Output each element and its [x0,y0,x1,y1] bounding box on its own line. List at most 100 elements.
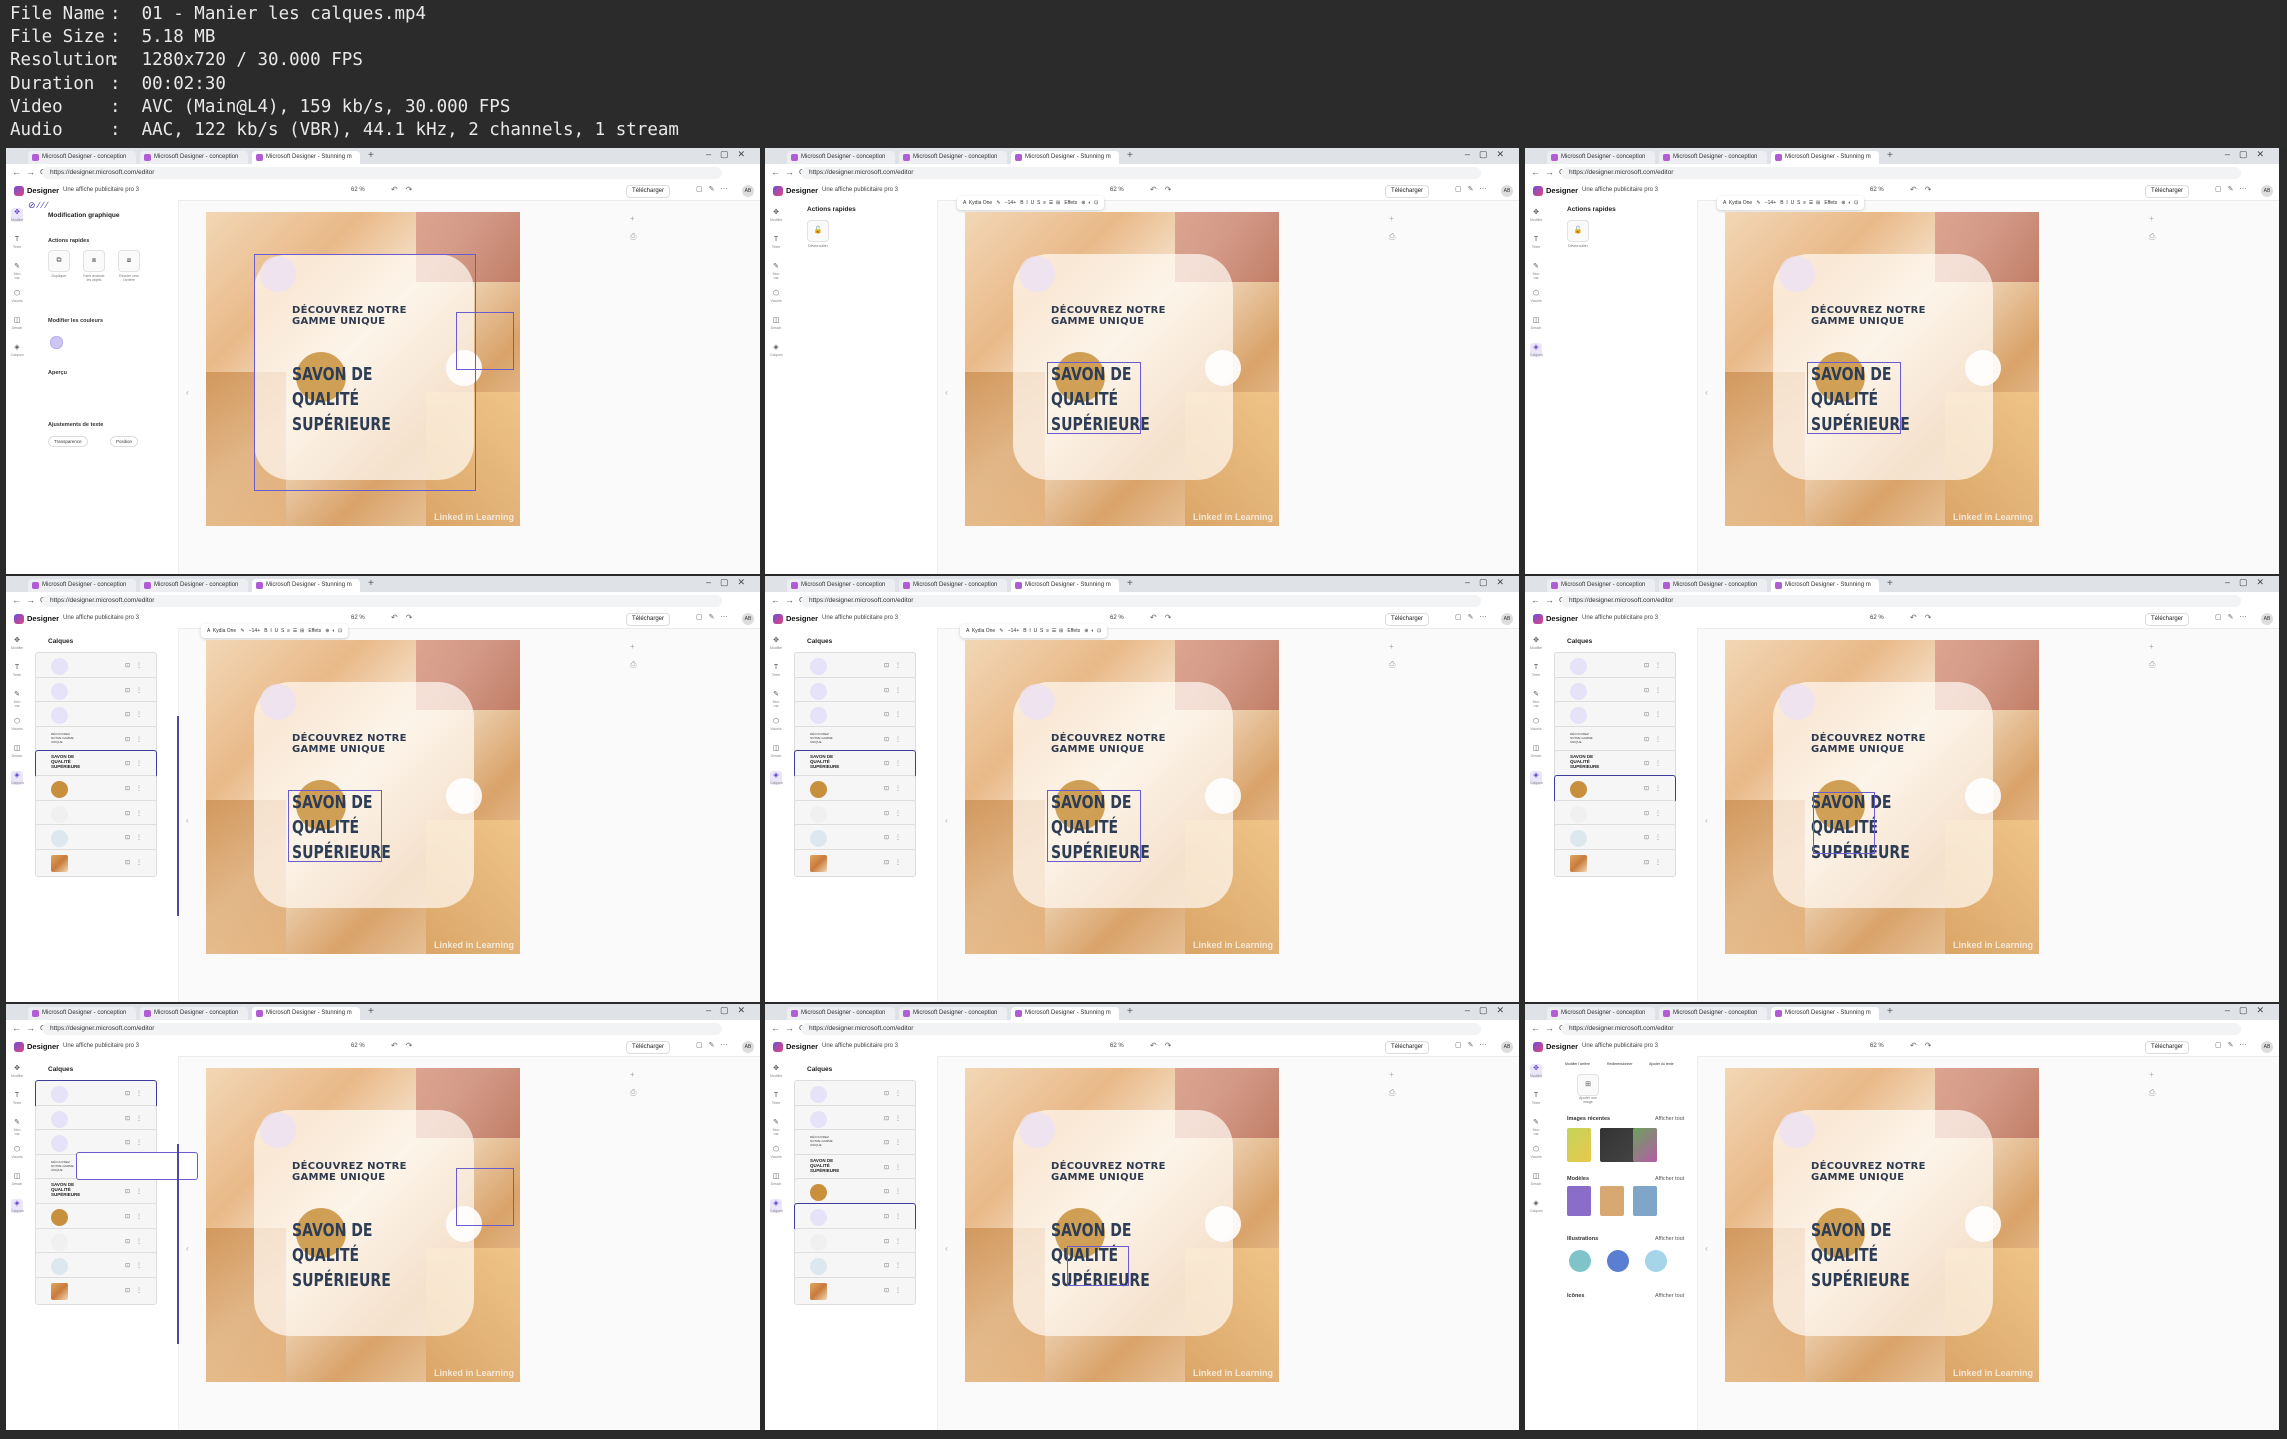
layer-lock-drag-icon[interactable]: ⊡⋮ [884,1090,907,1097]
white-circle[interactable] [1205,778,1241,814]
rail-item[interactable]: ⬡ Visuels [770,717,782,731]
add-page-icon[interactable]: + [1389,642,1394,651]
avatar[interactable]: AB [1501,185,1513,197]
toolbar-format-icons[interactable]: + B I U S ≡ ☰ ⊞ [1016,628,1067,634]
unlock-button[interactable]: 🔓 [807,220,829,242]
rail-item[interactable]: ✎ Mon ma [770,690,782,708]
text-toolbar[interactable]: A Kydia One ✎ −14+ B I U S ≡ ☰ ⊞ Effets … [957,196,1105,210]
layer-row[interactable]: ⊡⋮ [1554,775,1676,803]
download-button[interactable]: Télécharger [626,185,671,198]
avatar[interactable]: AB [2261,1041,2273,1053]
rail-item[interactable]: T Texte [1530,1091,1542,1105]
avatar[interactable]: AB [2261,613,2273,625]
rail-item[interactable]: ◫ Dessin [770,744,782,758]
layer-lock-drag-icon[interactable]: ⊡⋮ [884,1115,907,1122]
recent-image[interactable] [1633,1128,1657,1162]
layer-lock-drag-icon[interactable]: ⊡⋮ [125,760,148,767]
layer-lock-drag-icon[interactable]: ⊡⋮ [1644,834,1667,841]
layer-lock-drag-icon[interactable]: ⊡⋮ [884,736,907,743]
rail-item[interactable]: T Texte [770,235,782,249]
zoom-level[interactable]: 62 % [1870,1043,1884,1049]
poster-canvas[interactable]: DÉCOUVREZ NOTRE GAMME UNIQUE SAVON DE QUA… [1725,640,2039,954]
layer-lock-drag-icon[interactable]: ⊡⋮ [125,687,148,694]
white-circle[interactable] [446,778,482,814]
layer-row[interactable]: ⊡⋮ [794,652,916,680]
header-icons[interactable]: ▢✎⋯ [2215,613,2252,621]
download-button[interactable]: Télécharger [1385,613,1430,626]
layer-lock-drag-icon[interactable]: ⊡⋮ [125,662,148,669]
window-controls[interactable]: –▢✕ [706,577,754,588]
rail-item[interactable]: ✎ Mon ma [11,262,23,280]
layer-lock-drag-icon[interactable]: ⊡⋮ [884,1262,907,1269]
rail-item[interactable]: ✎ Mon ma [770,262,782,280]
undo-redo-icon[interactable]: ↶↷ [1150,1041,1179,1050]
layer-lock-drag-icon[interactable]: ⊡⋮ [1644,810,1667,817]
browser-tab[interactable]: Microsoft Designer - conception [1547,1007,1655,1020]
layer-lock-drag-icon[interactable]: ⊡⋮ [125,736,148,743]
undo-redo-icon[interactable]: ↶↷ [391,1041,420,1050]
browser-tab[interactable]: Microsoft Designer - conception [28,151,136,164]
layers-scrollbar[interactable] [177,1144,179,1344]
download-button[interactable]: Télécharger [1385,185,1430,198]
selection-box[interactable] [456,1168,514,1226]
layer-lock-drag-icon[interactable]: ⊡⋮ [125,834,148,841]
layer-row[interactable]: ⊡⋮ [1554,848,1676,877]
browser-tab[interactable]: Microsoft Designer - Stunning m [252,151,360,164]
dragging-layer[interactable] [76,1152,198,1180]
undo-redo-icon[interactable]: ↶↷ [1150,185,1179,194]
layer-lock-drag-icon[interactable]: ⊡⋮ [884,1164,907,1171]
model-image[interactable] [1567,1186,1591,1216]
zoom-level[interactable]: 62 % [1110,615,1124,621]
font-name[interactable]: Kydia One [213,628,236,634]
layer-lock-drag-icon[interactable]: ⊡⋮ [125,1115,148,1122]
avatar[interactable]: AB [742,185,754,197]
url-field[interactable]: https://designer.microsoft.com/editor [1561,595,2241,607]
browser-tab[interactable]: Microsoft Designer - conception [1547,151,1655,164]
collapse-arrow-icon[interactable]: ‹ [945,816,948,825]
rail-item[interactable]: ✥ Modifier [1530,208,1542,222]
download-button[interactable]: Télécharger [1385,1041,1430,1054]
collapse-arrow-icon[interactable]: ‹ [186,1244,189,1253]
rail-item[interactable]: ✎ Mon ma [770,1118,782,1136]
new-tab-icon[interactable]: + [1127,150,1133,161]
window-controls[interactable]: –▢✕ [2225,577,2273,588]
layer-lock-drag-icon[interactable]: ⊡⋮ [884,1188,907,1195]
rail-item[interactable]: ⬡ Visuels [770,1145,782,1159]
unlock-button[interactable]: 🔓 [1567,220,1589,242]
effects-button[interactable]: Effets [1824,200,1837,206]
undo-redo-icon[interactable]: ↶↷ [1910,185,1939,194]
poster-canvas[interactable]: DÉCOUVREZ NOTRE GAMME UNIQUE SAVON DE QUA… [206,212,520,526]
layer-lock-drag-icon[interactable]: ⊡⋮ [1644,687,1667,694]
url-field[interactable]: https://designer.microsoft.com/editor [801,1023,1481,1035]
layer-row[interactable]: ⊡⋮ [794,848,916,877]
layer-row[interactable]: ⊡⋮ [35,1252,157,1281]
add-page-icon[interactable]: + [2149,214,2154,223]
avatar[interactable]: AB [1501,1041,1513,1053]
browser-tab[interactable]: Microsoft Designer - conception [1659,579,1767,592]
layer-row[interactable]: ⊡⋮ [35,701,157,730]
see-all-link[interactable]: Afficher tout [1655,1176,1684,1182]
url-field[interactable]: https://designer.microsoft.com/editor [1561,167,2241,179]
browser-tab[interactable]: Microsoft Designer - conception [1659,151,1767,164]
toolbar-mid[interactable]: ✎ − [995,628,1010,634]
illustration[interactable] [1607,1250,1629,1272]
rail-item[interactable]: ◈ Calques [770,1199,783,1213]
doc-title[interactable]: Une affiche publicitaire pro 3 [63,615,139,621]
rail-item[interactable]: ⬡ Visuels [11,289,23,303]
url-field[interactable]: https://designer.microsoft.com/editor [42,595,722,607]
text-toolbar[interactable]: A Kydia One ✎ −14+ B I U S ≡ ☰ ⊞ Effets … [960,624,1108,638]
collapse-arrow-icon[interactable]: ‹ [1705,388,1708,397]
rail-item[interactable]: ◫ Dessin [11,744,23,758]
poster-tagline[interactable]: DÉCOUVREZ NOTRE GAMME UNIQUE [1051,305,1201,327]
window-controls[interactable]: –▢✕ [1465,149,1513,160]
layer-lock-drag-icon[interactable]: ⊡⋮ [884,834,907,841]
doc-title[interactable]: Une affiche publicitaire pro 3 [1582,1043,1658,1049]
model-image[interactable] [1633,1186,1657,1216]
position-dropdown[interactable]: Position [110,436,139,447]
poster-canvas[interactable]: DÉCOUVREZ NOTRE GAMME UNIQUE SAVON DE QUA… [1725,212,2039,526]
layer-lock-drag-icon[interactable]: ⊡⋮ [884,711,907,718]
undo-redo-icon[interactable]: ↶↷ [391,185,420,194]
rail-item[interactable]: ✥ Modifier [11,1064,23,1078]
rail-item[interactable]: ⬡ Visuels [11,717,23,731]
browser-tab[interactable]: Microsoft Designer - conception [140,579,248,592]
